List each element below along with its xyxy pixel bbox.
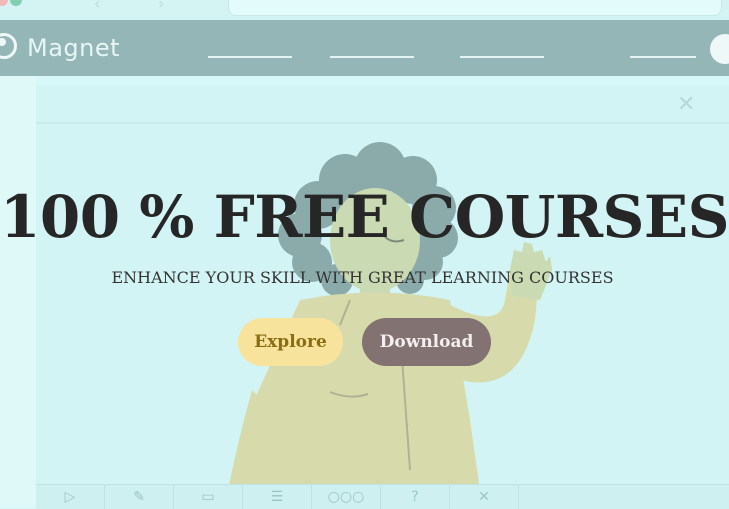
hero-title: 100 % FREE COURSES (0, 183, 729, 251)
comment-icon[interactable]: ☰ (243, 485, 312, 509)
hero-subtitle: ENHANCE YOUR SKILL WITH GREAT LEARNING C… (111, 268, 614, 287)
pencil-icon[interactable]: ✎ (105, 485, 174, 509)
toolbar-close-icon[interactable]: ✕ (450, 485, 519, 509)
explore-button[interactable]: Explore (238, 318, 343, 366)
person-waving-illustration (228, 142, 552, 490)
more-icon[interactable]: ○○○ (312, 485, 381, 509)
eraser-icon[interactable]: ▭ (174, 485, 243, 509)
play-icon[interactable]: ▷ (36, 485, 105, 509)
download-button[interactable]: Download (362, 318, 491, 366)
bottom-toolbar: ▷ ✎ ▭ ☰ ○○○ ? ✕ (36, 484, 729, 509)
help-icon[interactable]: ? (381, 485, 450, 509)
